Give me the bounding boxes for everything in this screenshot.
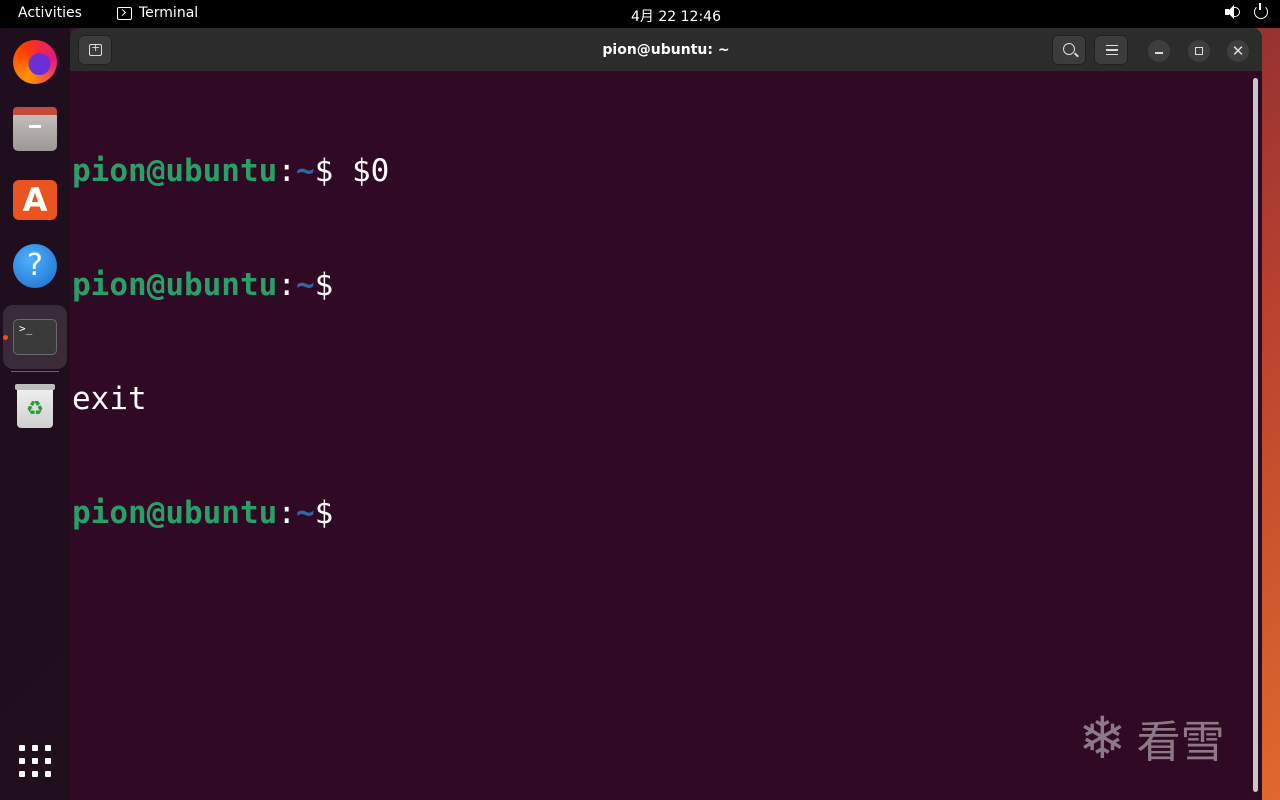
dock-terminal[interactable]: >_: [3, 305, 67, 369]
dock-help[interactable]: ?: [11, 242, 59, 290]
maximize-button[interactable]: [1188, 40, 1210, 62]
terminal-line: exit: [72, 381, 147, 417]
hamburger-icon: [1106, 45, 1118, 55]
dock-firefox[interactable]: [11, 38, 59, 86]
terminal-line: pion@ubuntu:~$: [72, 495, 334, 531]
minimize-button[interactable]: [1148, 40, 1170, 62]
terminal-icon: >_: [13, 319, 57, 355]
terminal-line: pion@ubuntu:~$: [72, 267, 334, 303]
search-button[interactable]: [1052, 35, 1086, 65]
firefox-icon: [13, 40, 57, 84]
top-bar: Activities Terminal 4月 22 12:46: [0, 0, 1280, 28]
close-button[interactable]: ✕: [1227, 40, 1249, 62]
terminal-output[interactable]: pion@ubuntu:~$ $0 pion@ubuntu:~$ exit pi…: [72, 76, 1250, 796]
system-tray[interactable]: [1224, 3, 1268, 20]
dock-separator: [11, 371, 59, 372]
clock[interactable]: 4月 22 12:46: [0, 6, 1280, 26]
help-icon: ?: [13, 244, 57, 288]
terminal-window: pion@ubuntu: ~ ✕ pion@ubuntu:~$ $0 pion@…: [70, 28, 1262, 800]
dock-files[interactable]: [11, 106, 59, 154]
watermark: ❄ 看雪: [1078, 706, 1225, 770]
header-bar[interactable]: pion@ubuntu: ~ ✕: [70, 28, 1262, 72]
show-apps-icon[interactable]: [19, 745, 51, 777]
dock: A ? >_ ♻: [0, 28, 70, 800]
power-icon[interactable]: [1254, 3, 1268, 19]
volume-icon[interactable]: [1224, 4, 1240, 20]
terminal-line: pion@ubuntu:~$ $0: [72, 153, 390, 189]
close-icon: ✕: [1231, 42, 1245, 60]
scrollbar[interactable]: [1253, 78, 1258, 792]
dock-trash[interactable]: ♻: [11, 382, 59, 430]
search-icon: [1063, 43, 1075, 55]
minimize-icon: [1155, 52, 1163, 54]
files-icon: [13, 107, 57, 151]
trash-icon: ♻: [15, 384, 55, 428]
watermark-text: 看雪: [1136, 717, 1225, 768]
maximize-icon: [1195, 47, 1203, 55]
snowflake-icon: ❄: [1078, 704, 1127, 772]
app-center-icon: A: [13, 180, 57, 220]
running-indicator: [3, 335, 8, 340]
menu-button[interactable]: [1094, 35, 1128, 65]
dock-app-center[interactable]: A: [11, 174, 59, 222]
